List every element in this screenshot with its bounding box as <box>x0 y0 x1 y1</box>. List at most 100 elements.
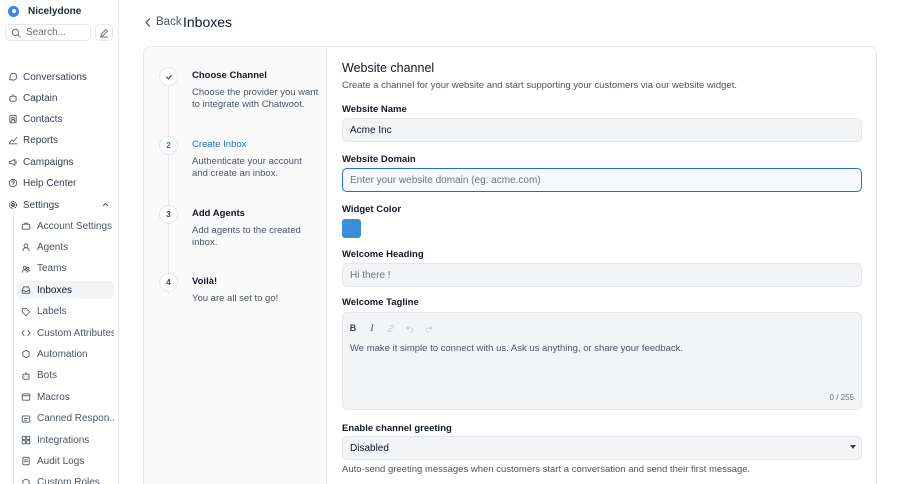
sidebar-item-reports[interactable]: Reports <box>4 131 114 149</box>
step-description: Authenticate your account and create an … <box>192 156 302 179</box>
settings-item-integrations[interactable]: Integrations <box>17 431 114 449</box>
link-icon[interactable] <box>387 323 395 333</box>
step-title: Create Inbox <box>192 139 247 150</box>
sidebar-item-settings[interactable]: Settings <box>4 196 114 214</box>
chat-icon <box>8 72 18 82</box>
settings-item-agents[interactable]: Agents <box>17 238 114 256</box>
settings-item-inboxes[interactable]: Inboxes <box>17 281 114 300</box>
settings-item-label: Automation <box>37 348 88 360</box>
settings-item-teams[interactable]: Teams <box>17 260 114 278</box>
sidebar-item-help-center[interactable]: Help Center <box>4 174 114 192</box>
automation-icon <box>21 349 31 359</box>
sidebar-item-label: Campaigns <box>23 156 74 168</box>
steps-rail <box>168 85 169 295</box>
settings-item-label: Integrations <box>37 434 90 446</box>
chevron-left-icon <box>145 17 150 27</box>
settings-item-automation[interactable]: Automation <box>17 345 114 363</box>
step-description: You are all set to go! <box>192 293 279 304</box>
website-name-input[interactable] <box>350 124 861 136</box>
greeting-select[interactable]: Disabled <box>342 436 862 460</box>
settings-item-custom-roles[interactable]: Custom Roles <box>17 474 114 484</box>
settings-item-label: Agents <box>37 241 69 253</box>
widget-color-label: Widget Color <box>342 204 402 215</box>
settings-item-account-settings[interactable]: Account Settings <box>17 217 114 235</box>
sidebar-item-label: Conversations <box>23 71 87 83</box>
greeting-label: Enable channel greeting <box>342 423 452 434</box>
sidebar-item-captain[interactable]: Captain <box>4 89 114 107</box>
macro-icon <box>21 392 31 402</box>
search-input[interactable] <box>26 27 86 38</box>
bot-icon <box>21 371 31 381</box>
integrations-icon <box>21 435 31 445</box>
briefcase-icon <box>21 221 31 231</box>
settings-item-labels[interactable]: Labels <box>17 303 114 321</box>
step-title: Choose Channel <box>192 70 267 81</box>
greeting-selected-value: Disabled <box>350 442 389 454</box>
welcome-heading-input[interactable] <box>350 269 861 281</box>
check-icon <box>165 74 172 79</box>
step-description: Choose the provider you want to integrat… <box>192 87 319 110</box>
step-indicator: 2 <box>159 136 178 155</box>
settings-item-label: Custom Roles <box>37 477 100 484</box>
search-icon <box>11 28 21 38</box>
sidebar: Nicelydone Conversations Captain Contact… <box>0 0 119 484</box>
chart-icon <box>8 135 18 145</box>
audit-icon <box>21 456 31 466</box>
settings-item-label: Bots <box>37 370 58 382</box>
settings-item-canned-respon[interactable]: Canned Respon... <box>17 410 114 428</box>
form-title: Website channel <box>342 61 435 75</box>
settings-item-label: Inboxes <box>37 284 73 296</box>
greeting-hint: Auto-send greeting messages when custome… <box>342 464 751 475</box>
sidebar-item-label: Contacts <box>23 113 63 125</box>
settings-item-label: Account Settings <box>37 220 113 232</box>
step-description: Add agents to the created inbox. <box>192 225 301 248</box>
bot-icon <box>8 93 18 103</box>
settings-item-macros[interactable]: Macros <box>17 388 114 406</box>
pencil-icon <box>100 28 108 37</box>
create-inbox-card: Choose Channel Choose the provider you wa… <box>143 46 877 484</box>
settings-rail <box>13 207 14 484</box>
step-title: Add Agents <box>192 208 245 219</box>
website-domain-field[interactable] <box>342 168 862 192</box>
settings-item-custom-attributes[interactable]: Custom Attributes <box>17 324 114 342</box>
settings-item-audit-logs[interactable]: Audit Logs <box>17 452 114 470</box>
website-domain-label: Website Domain <box>342 154 416 165</box>
settings-item-label: Labels <box>37 306 67 318</box>
form-description: Create a channel for your website and st… <box>342 80 737 91</box>
settings-item-label: Audit Logs <box>37 455 85 467</box>
welcome-heading-field[interactable] <box>342 263 862 287</box>
italic-icon[interactable]: I <box>368 323 376 333</box>
welcome-heading-label: Welcome Heading <box>342 249 424 260</box>
page-title: Inboxes <box>183 14 233 30</box>
account-switcher[interactable]: Nicelydone <box>8 4 81 18</box>
compose-button[interactable] <box>95 24 113 41</box>
wizard-steps: Choose Channel Choose the provider you wa… <box>144 47 327 484</box>
sidebar-item-label: Captain <box>23 92 58 104</box>
sidebar-item-conversations[interactable]: Conversations <box>4 68 114 86</box>
settings-item-bots[interactable]: Bots <box>17 367 114 385</box>
sidebar-item-label: Settings <box>23 199 60 211</box>
sidebar-item-label: Help Center <box>23 177 77 189</box>
redo-icon[interactable] <box>425 323 433 333</box>
help-icon <box>8 178 18 188</box>
account-name: Nicelydone <box>28 5 82 17</box>
website-name-label: Website Name <box>342 104 407 115</box>
tag-icon <box>21 307 31 317</box>
bold-icon[interactable]: B <box>349 323 357 333</box>
website-name-field[interactable] <box>342 118 862 142</box>
welcome-tagline-editor[interactable]: B I We make it simple to connect with us… <box>342 312 862 410</box>
welcome-tagline-text[interactable]: We make it simple to connect with us. As… <box>350 343 683 354</box>
char-counter: 0 / 255 <box>829 393 854 402</box>
sidebar-item-contacts[interactable]: Contacts <box>4 110 114 128</box>
undo-icon[interactable] <box>406 323 414 333</box>
step-indicator: 3 <box>159 205 178 224</box>
website-domain-input[interactable] <box>350 174 861 186</box>
search-box[interactable] <box>5 24 91 41</box>
back-label: Back <box>156 16 182 28</box>
step-indicator: 4 <box>159 273 178 292</box>
sidebar-item-campaigns[interactable]: Campaigns <box>4 153 114 171</box>
welcome-tagline-label: Welcome Tagline <box>342 297 419 308</box>
widget-color-swatch[interactable] <box>342 219 361 238</box>
back-button[interactable]: Back <box>144 16 182 28</box>
canned-icon <box>21 414 31 424</box>
